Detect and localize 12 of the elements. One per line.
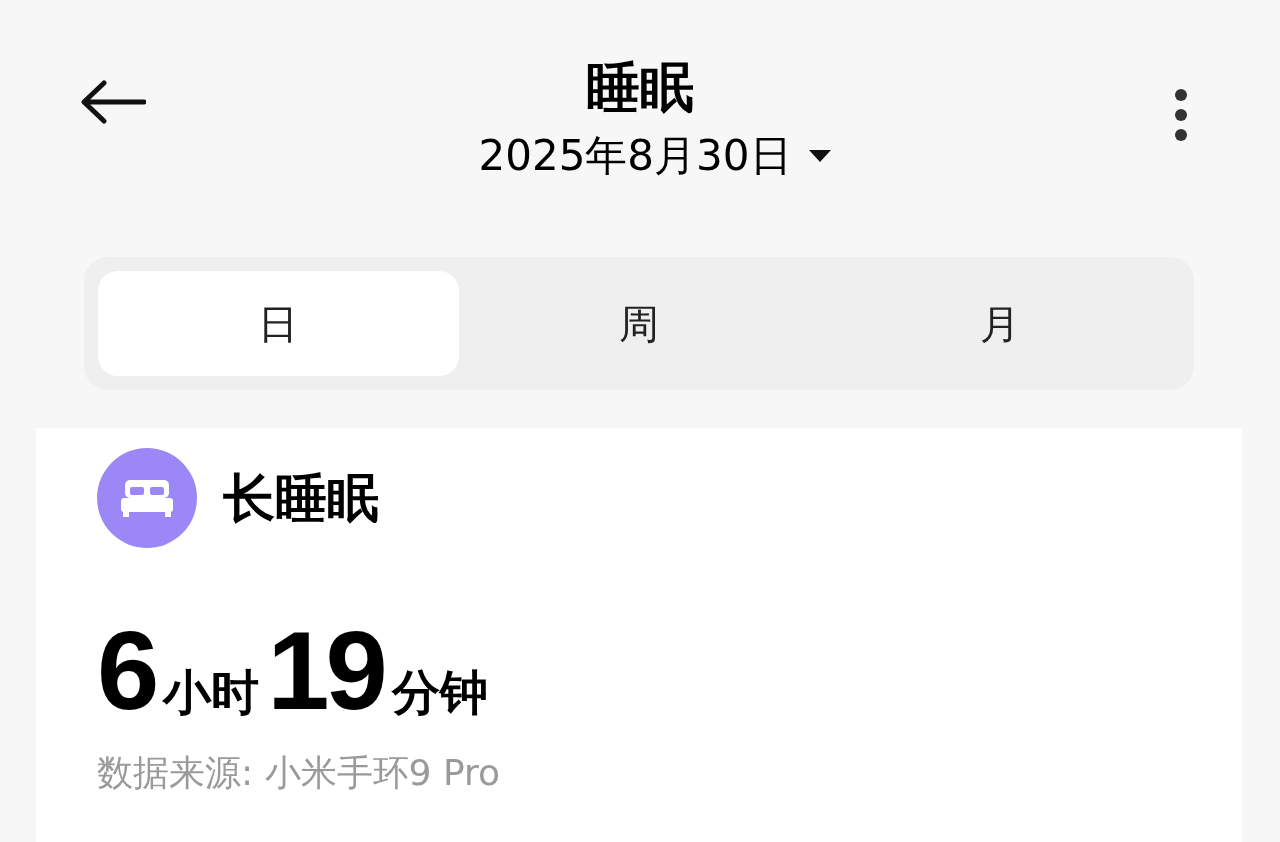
period-tab[interactable]: 周 bbox=[458, 271, 820, 376]
more-icon bbox=[1174, 88, 1188, 142]
caret-icon bbox=[807, 149, 832, 163]
period-tab[interactable]: 月 bbox=[819, 271, 1180, 376]
page-title: 睡眠 bbox=[586, 55, 694, 121]
sleep-duration: 6小时 19分钟 bbox=[97, 616, 489, 728]
period-tab[interactable]: 日 bbox=[98, 271, 459, 376]
data-source: 数据来源: 小米手环9 Pro bbox=[97, 751, 502, 795]
back-arrow-icon bbox=[80, 80, 146, 124]
back-button[interactable] bbox=[78, 78, 148, 126]
date-picker[interactable]: 2025年8月30日 bbox=[478, 128, 832, 184]
card-title: 长睡眠 bbox=[223, 467, 379, 530]
